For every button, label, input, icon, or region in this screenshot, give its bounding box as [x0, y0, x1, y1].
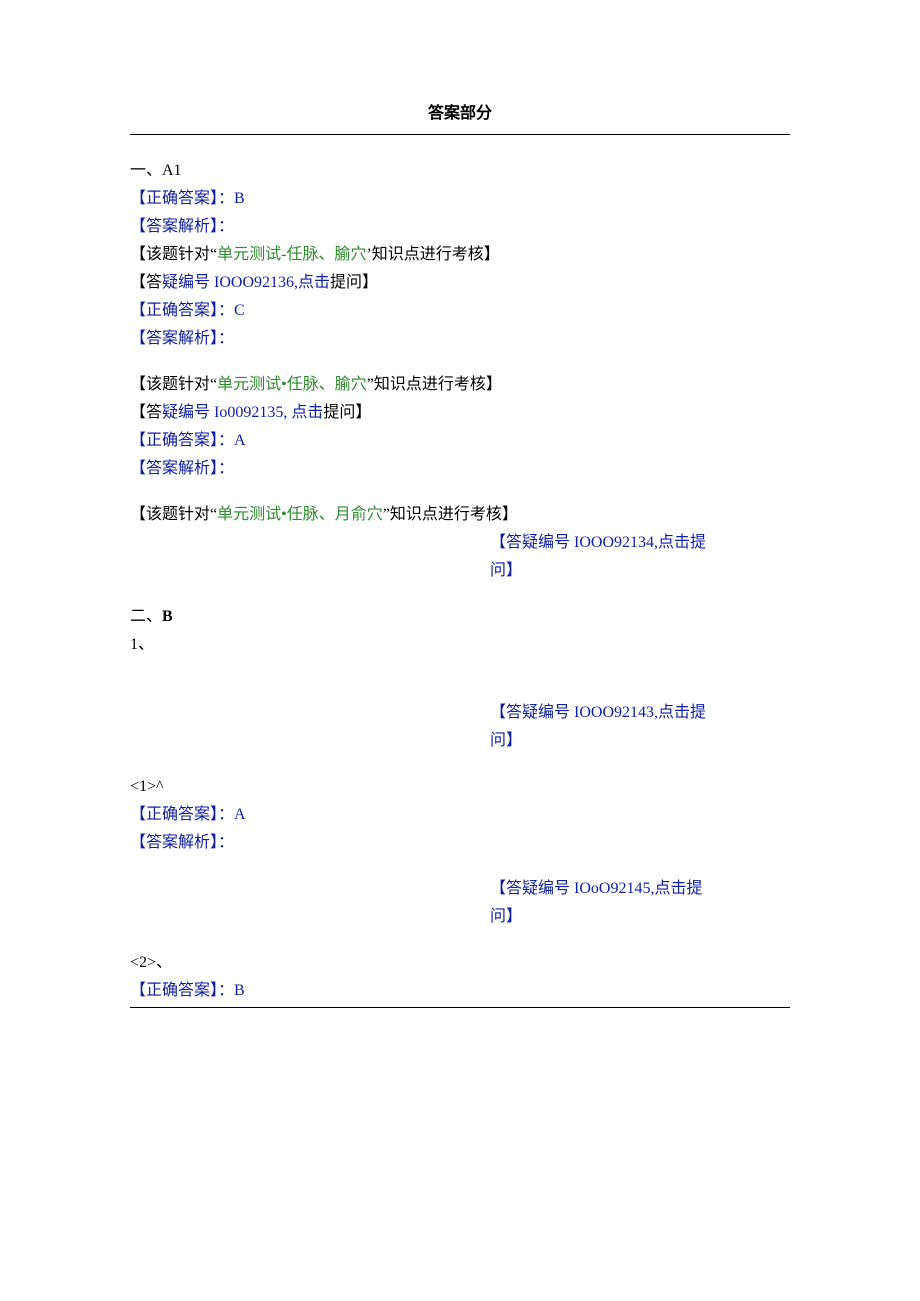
- knowledge-note: 【该题针对“单元测试-任脉、腧穴’知识点进行考核】: [130, 241, 790, 269]
- doubt-suffix: 提问】: [330, 274, 378, 291]
- knowledge-note: 【该题针对“单元测试•任脉、腧穴”知识点进行考核】: [130, 371, 790, 399]
- note-prefix: 【该题针对“: [130, 376, 217, 393]
- doubt-link[interactable]: 疑编号 IOOO92136,点击: [162, 274, 330, 291]
- spacer: [130, 353, 790, 371]
- note-topic: 单元测试•任脉、月俞穴: [217, 506, 383, 523]
- doubt-suffix: 提问】: [323, 404, 371, 421]
- correct-answer: 【正确答案】：A: [130, 801, 790, 829]
- spacer: [130, 585, 790, 603]
- correct-answer: 【正确答案】：B: [130, 977, 790, 1008]
- question-number: 1、: [130, 631, 790, 659]
- note-suffix: ”知识点进行考核】: [383, 506, 518, 523]
- doubt-link[interactable]: 【答疑编号 IOOO92134,点击提: [490, 534, 706, 551]
- spacer: [130, 483, 790, 501]
- doubt-prefix: 【答: [130, 404, 162, 421]
- sub-question-label: <1>^: [130, 773, 790, 801]
- doubt-prefix: 【答: [130, 274, 162, 291]
- doubt-block: 【答疑编号 IOOO92143,点击提 问】: [490, 699, 790, 755]
- doubt-link-cont[interactable]: 问】: [490, 732, 522, 749]
- doubt-link[interactable]: 【答疑编号 IOOO92143,点击提: [490, 704, 706, 721]
- note-suffix: ’知识点进行考核】: [366, 246, 499, 263]
- doubt-link-cont[interactable]: 问】: [490, 562, 522, 579]
- answer-analysis-label: 【答案解析】：: [130, 829, 790, 857]
- page: 答案部分 一、A1 【正确答案】：B 【答案解析】： 【该题针对“单元测试-任脉…: [0, 0, 920, 1301]
- doubt-number-line: 【答疑编号 IOOO92136,点击提问】: [130, 269, 790, 297]
- note-suffix: ”知识点进行考核】: [367, 376, 502, 393]
- page-title: 答案部分: [130, 100, 790, 135]
- note-topic: 单元测试-任脉、腧穴: [217, 246, 366, 263]
- knowledge-note: 【该题针对“单元测试•任脉、月俞穴”知识点进行考核】: [130, 501, 790, 529]
- section-b-heading: 二、B: [130, 603, 790, 631]
- section-b-prefix: 二、: [130, 608, 162, 625]
- correct-answer: 【正确答案】：C: [130, 297, 790, 325]
- spacer: [130, 931, 790, 949]
- doubt-block: 【答疑编号 IOOO92134,点击提 问】: [490, 529, 790, 585]
- answer-analysis-label: 【答案解析】：: [130, 455, 790, 483]
- doubt-link-cont[interactable]: 问】: [490, 908, 522, 925]
- spacer: [130, 857, 790, 875]
- section-b-letter: B: [162, 608, 173, 625]
- page-title-text: 答案部分: [428, 105, 492, 122]
- doubt-block: 【答疑编号 IOoO92145,点击提 问】: [490, 875, 790, 931]
- section-a-heading: 一、A1: [130, 157, 790, 185]
- answer-analysis-label: 【答案解析】：: [130, 325, 790, 353]
- note-prefix: 【该题针对“: [130, 246, 217, 263]
- spacer: [130, 755, 790, 773]
- correct-answer: 【正确答案】：A: [130, 427, 790, 455]
- doubt-link[interactable]: 【答疑编号 IOoO92145,点击提: [490, 880, 702, 897]
- sub-question-label: <2>、: [130, 949, 790, 977]
- note-prefix: 【该题针对“: [130, 506, 217, 523]
- correct-answer: 【正确答案】：B: [130, 185, 790, 213]
- answer-analysis-label: 【答案解析】：: [130, 213, 790, 241]
- doubt-link[interactable]: 疑编号 Io0092135, 点击: [162, 404, 323, 421]
- spacer: [130, 659, 790, 699]
- note-topic: 单元测试•任脉、腧穴: [217, 376, 367, 393]
- doubt-number-line: 【答疑编号 Io0092135, 点击提问】: [130, 399, 790, 427]
